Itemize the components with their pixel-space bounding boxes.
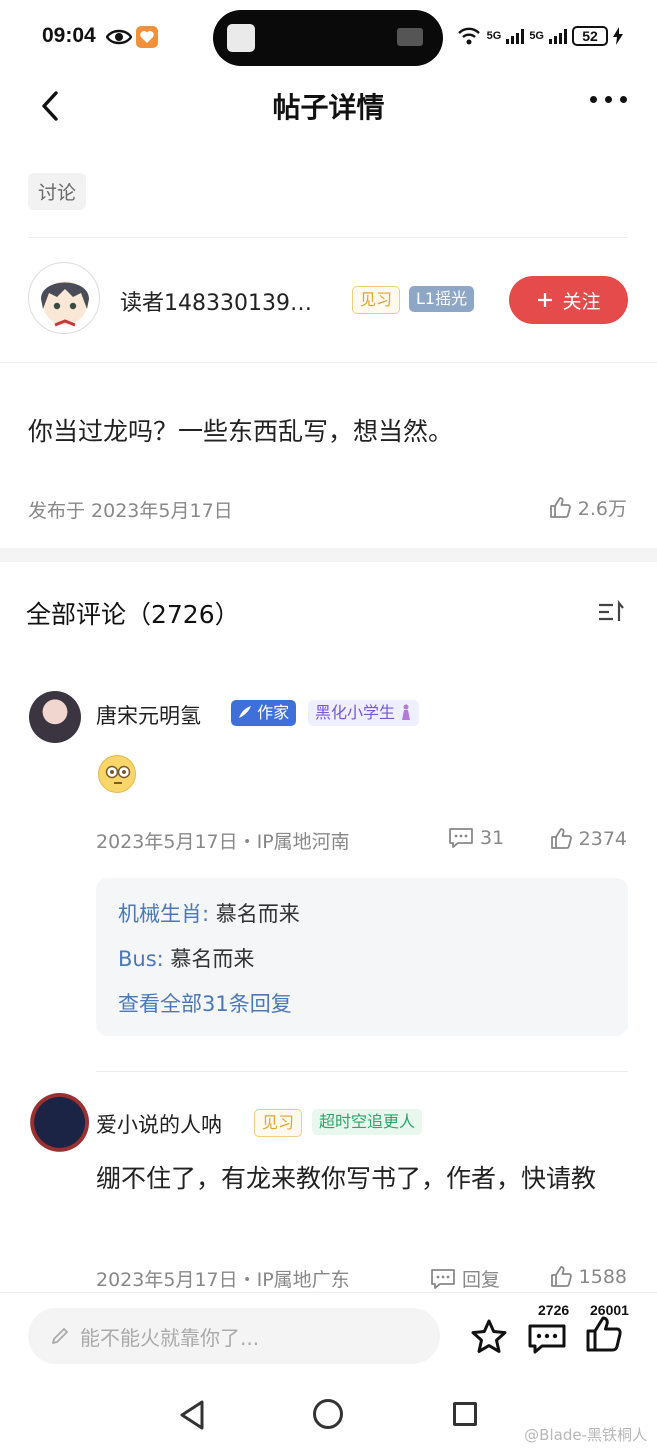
post-text: 你当过龙吗？一些东西乱写，想当然。: [28, 417, 454, 446]
comment-count-badge: 2726: [538, 1302, 570, 1318]
signal-bars-1-icon: [506, 28, 525, 44]
sort-icon[interactable]: [597, 600, 625, 624]
section-separator: [0, 548, 657, 562]
audio-indicator: [397, 28, 423, 46]
divider: [96, 1071, 628, 1072]
comment-text: 绷不住了，有龙来教你写书了，作者，快请教: [96, 1164, 597, 1193]
comment-reply-label: 回复: [462, 1269, 501, 1291]
author-name[interactable]: 读者148330139…: [120, 285, 312, 317]
dizzy-face-emoji-icon: [98, 755, 136, 793]
comment-like-count: 2374: [578, 828, 627, 850]
follow-label: 关注: [562, 290, 601, 313]
pencil-icon: [52, 1328, 68, 1344]
commenter-name[interactable]: 唐宋元明氢: [96, 700, 201, 730]
reply-text: 慕名而来: [163, 947, 255, 971]
title-badge-label: 黑化小学生: [315, 703, 396, 722]
post-like-count: 2.6万: [577, 498, 627, 520]
author-avatar[interactable]: [28, 262, 100, 334]
comment-reply-button[interactable]: 回复: [430, 1265, 500, 1292]
commenter-name[interactable]: 爱小说的人呐: [96, 1109, 222, 1139]
star-favorite-icon[interactable]: [470, 1318, 508, 1356]
quill-icon: [239, 706, 251, 718]
divider: [0, 362, 657, 363]
title-badge: 黑化小学生: [308, 700, 420, 726]
signal-label-1: 5G: [486, 30, 502, 42]
plus-icon: [538, 293, 553, 307]
reply-username[interactable]: 机械生肖:: [118, 902, 209, 926]
post-date: 发布于 2023年5月17日: [28, 500, 233, 522]
thumbs-up-icon: [549, 496, 571, 518]
comment-like-button[interactable]: 1588: [549, 1265, 627, 1289]
writer-badge: 作家: [231, 700, 297, 726]
reply-text: 慕名而来: [209, 902, 300, 926]
view-all-replies-link[interactable]: 查看全部31条回复: [118, 988, 292, 1018]
comments-title: 全部评论（2726）: [26, 600, 240, 629]
battery-indicator: 52: [572, 26, 608, 46]
reply-username[interactable]: Bus:: [118, 947, 164, 971]
reply-preview-item[interactable]: 机械生肖: 慕名而来: [118, 898, 300, 928]
commenter-avatar[interactable]: [29, 691, 81, 743]
watermark: @Blade-黑铁桐人: [524, 1426, 647, 1444]
comment-like-count: 1588: [578, 1266, 627, 1288]
status-indicators: 5G 5G 52: [456, 26, 623, 46]
reply-preview-item[interactable]: Bus: 慕名而来: [118, 943, 254, 973]
level-badge: 见习: [254, 1109, 303, 1137]
thumbs-up-icon[interactable]: [585, 1314, 623, 1354]
comment-icon[interactable]: [527, 1318, 567, 1356]
writer-badge-label: 作家: [257, 703, 290, 722]
level-badge: 见习: [352, 286, 401, 314]
wifi-icon: [457, 27, 480, 45]
nav-back-icon[interactable]: [176, 1398, 210, 1432]
divider: [28, 237, 628, 238]
title-badge: 超时空追更人: [312, 1109, 423, 1135]
comment-bubble-icon: [449, 828, 473, 848]
media-thumbnail: [227, 24, 255, 52]
comment-input-placeholder: 能不能火就靠你了...: [80, 1325, 260, 1350]
comment-meta: 2023年5月17日・IP属地河南: [96, 831, 350, 853]
post-like-button[interactable]: 2.6万: [548, 494, 627, 521]
comment-reply-count: 31: [480, 827, 505, 849]
commenter-avatar[interactable]: [20, 1090, 92, 1162]
status-time: 09:04: [42, 24, 96, 47]
figure-icon: [402, 704, 411, 720]
page-title: 帖子详情: [272, 91, 385, 124]
comment-input[interactable]: 能不能火就靠你了...: [28, 1308, 440, 1364]
topic-tag[interactable]: 讨论: [28, 173, 87, 210]
comment-meta: 2023年5月17日・IP属地广东: [96, 1269, 350, 1291]
thumbs-up-icon: [550, 1266, 572, 1287]
reply-preview-box[interactable]: 机械生肖: 慕名而来 Bus: 慕名而来 查看全部31条回复: [96, 878, 628, 1036]
comment-reply-button[interactable]: 31: [448, 827, 504, 849]
app-notification-icon: [136, 26, 158, 48]
charging-icon: [613, 27, 623, 45]
thumbs-up-icon: [550, 828, 572, 849]
comment-bubble-icon: [431, 1268, 455, 1289]
rank-badge: L1摇光: [409, 286, 475, 312]
nav-home-icon[interactable]: [313, 1399, 343, 1429]
eye-icon: [106, 29, 132, 45]
comment-like-button[interactable]: 2374: [549, 827, 627, 851]
signal-bars-2-icon: [549, 28, 567, 44]
camera-notch: [213, 10, 443, 66]
more-options-icon[interactable]: [590, 96, 627, 103]
follow-button[interactable]: 关注: [509, 276, 628, 324]
nav-recent-apps-icon[interactable]: [453, 1402, 477, 1426]
signal-label-2: 5G: [529, 30, 544, 42]
